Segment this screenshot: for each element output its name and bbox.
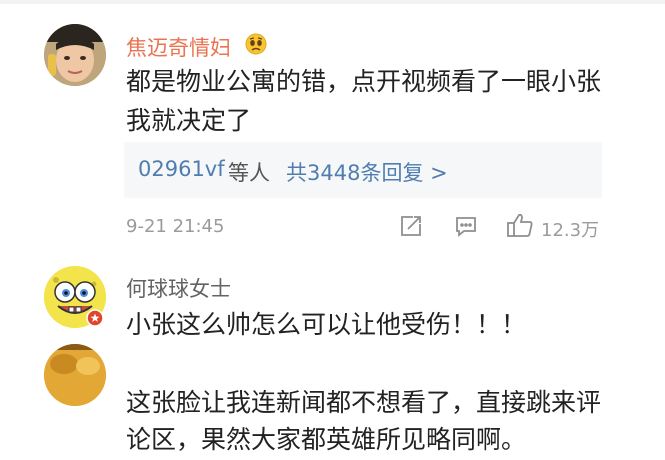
replies-box[interactable]: 02961vf 等人 共3448条回复 > xyxy=(124,142,602,198)
comment-text: 小张这么帅怎么可以让他受伤！！！ xyxy=(126,310,527,339)
username[interactable]: 焦迈奇情妇 xyxy=(126,32,231,62)
avatar[interactable] xyxy=(44,344,106,406)
verified-badge-icon xyxy=(86,309,104,331)
like-icon[interactable] xyxy=(506,212,534,242)
avatar[interactable] xyxy=(44,24,106,86)
comment-time: 9-21 21:45 xyxy=(126,216,225,237)
comment-text: 这张脸让我连新闻都不想看了，直接跳来评 xyxy=(126,388,602,417)
reply-others-label: 等人 xyxy=(228,161,270,185)
comment-text: 都是物业公寓的错，点开视频看了一眼小张 xyxy=(126,67,602,96)
reply-count-link[interactable]: 共3448条回复 > xyxy=(286,157,448,187)
comment-text: 论区，果然大家都英雄所见略同啊。 xyxy=(126,425,527,454)
avatar-photo xyxy=(44,344,106,406)
like-count: 12.3万 xyxy=(541,220,600,241)
top-divider xyxy=(0,0,665,4)
avatar-photo xyxy=(44,24,106,86)
comment-text: 我就决定了 xyxy=(126,106,252,135)
username[interactable]: 何球球女士 xyxy=(126,273,231,303)
reply-user-link[interactable]: 02961vf xyxy=(138,157,225,181)
repost-icon[interactable] xyxy=(399,214,423,242)
sad-face-emoji-icon xyxy=(245,33,267,59)
comment-icon[interactable] xyxy=(454,214,478,242)
